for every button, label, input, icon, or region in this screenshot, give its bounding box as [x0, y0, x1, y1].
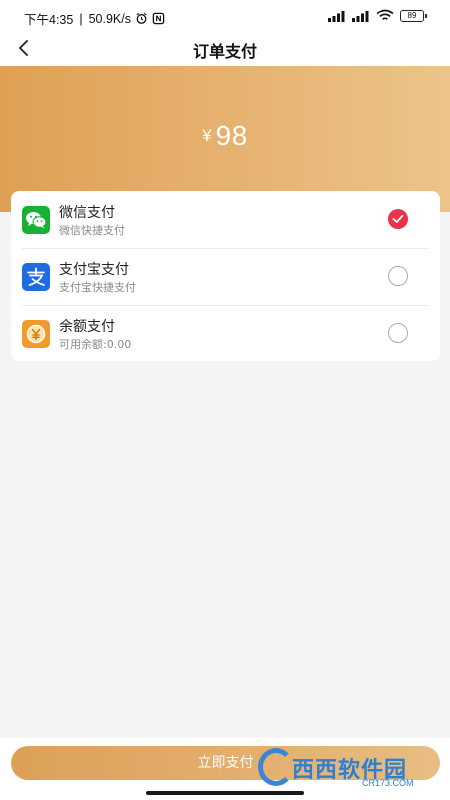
watermark-c-icon [258, 748, 294, 786]
payment-option-subtitle: 支付宝快捷支付 [59, 281, 136, 294]
nav-bar: 订单支付 [0, 32, 450, 66]
status-bar: 下午4:35 | 50.9K/s 89 [0, 0, 450, 32]
amount-value: 98 [215, 120, 248, 151]
payment-option-title: 支付宝支付 [59, 262, 129, 278]
status-left: 下午4:35 | 50.9K/s [24, 9, 165, 28]
radio-selected[interactable] [388, 209, 408, 229]
payment-option-wechat[interactable]: 微信支付 微信快捷支付 [11, 191, 440, 247]
order-amount: ¥98 [0, 120, 450, 152]
currency-symbol: ¥ [202, 126, 212, 145]
radio-unselected[interactable] [388, 323, 408, 343]
signal-2-icon [352, 10, 369, 22]
payment-option-subtitle: 微信快捷支付 [59, 224, 125, 237]
wechat-pay-icon [22, 206, 50, 234]
alipay-icon [22, 263, 50, 291]
status-net-speed: 50.9K/s [88, 11, 131, 26]
payment-option-title: 微信支付 [59, 205, 115, 221]
alarm-icon [136, 12, 147, 24]
balance-icon [22, 320, 50, 348]
status-separator: | [79, 11, 83, 26]
status-right: 89 [328, 9, 427, 22]
page-title: 订单支付 [192, 42, 257, 61]
payment-option-title: 余额支付 [59, 319, 115, 335]
battery-icon: 89 [400, 9, 427, 22]
watermark-site: CR173.COM [362, 778, 414, 788]
nfc-icon [152, 12, 165, 25]
wifi-icon [376, 9, 394, 20]
status-time: 下午4:35 [24, 13, 74, 27]
payment-option-alipay[interactable]: 支付宝支付 支付宝快捷支付 [11, 248, 440, 304]
payment-methods-card: 微信支付 微信快捷支付 支付宝支付 支付宝快捷支付 余额支付 可用余额:0.00 [11, 191, 440, 361]
watermark-logo: 西西软件园 CR173.COM [258, 748, 438, 792]
signal-1-icon [328, 10, 345, 22]
payment-option-subtitle: 可用余额:0.00 [59, 338, 132, 351]
radio-unselected[interactable] [388, 266, 408, 286]
payment-option-balance[interactable]: 余额支付 可用余额:0.00 [11, 305, 440, 361]
check-icon [392, 214, 404, 223]
